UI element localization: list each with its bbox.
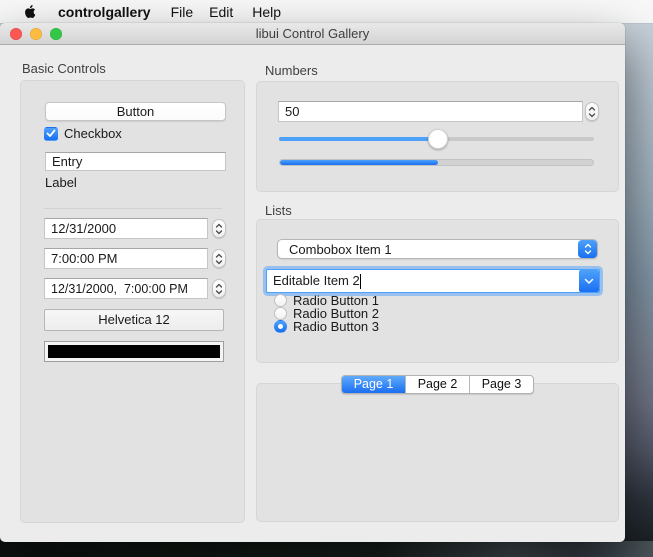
separator xyxy=(44,208,222,209)
menu-item-file[interactable]: File xyxy=(171,4,194,20)
push-button[interactable]: Button xyxy=(45,102,226,121)
slider-fill xyxy=(279,137,439,141)
slider-thumb[interactable] xyxy=(428,129,449,149)
combobox-stepper[interactable] xyxy=(578,240,597,258)
chevron-up-down-icon xyxy=(215,253,223,265)
tab-content-panel xyxy=(256,383,619,522)
color-swatch xyxy=(48,345,220,358)
app-window: libui Control Gallery Basic Controls But… xyxy=(0,23,625,542)
menu-item-edit[interactable]: Edit xyxy=(209,4,233,20)
window-content: Basic Controls Button Checkbox Entry Lab… xyxy=(0,45,625,542)
radio-dot-icon xyxy=(278,324,283,329)
checkbox[interactable] xyxy=(44,126,58,141)
radio-button[interactable] xyxy=(274,320,287,333)
spinbox-stepper[interactable] xyxy=(585,102,599,121)
desktop: controlgallery File Edit Help libui Cont… xyxy=(0,0,653,557)
apple-menu-icon[interactable] xyxy=(23,4,36,19)
radio-button[interactable] xyxy=(274,307,287,320)
check-icon xyxy=(46,129,56,137)
radio-row[interactable]: Radio Button 3 xyxy=(274,319,380,334)
chevron-up-down-icon xyxy=(215,283,223,295)
static-label: Label xyxy=(45,175,77,190)
datetime-stepper[interactable] xyxy=(212,279,226,298)
menu-item-help[interactable]: Help xyxy=(252,4,281,20)
basic-controls-panel: Button Checkbox Entry Label 12/31/2000 7… xyxy=(20,80,245,523)
slider[interactable] xyxy=(279,129,594,149)
datetime-picker-field[interactable]: 12/31/2000, 7:00:00 PM xyxy=(44,278,208,299)
menu-bar: controlgallery File Edit Help xyxy=(0,0,653,23)
time-picker-field[interactable]: 7:00:00 PM xyxy=(44,248,208,269)
numbers-group-label: Numbers xyxy=(265,63,318,78)
basic-controls-group-label: Basic Controls xyxy=(22,61,106,76)
date-stepper[interactable] xyxy=(212,219,226,238)
chevron-up-down-icon xyxy=(584,243,591,255)
radio-label: Radio Button 3 xyxy=(293,319,380,334)
lists-group-label: Lists xyxy=(265,203,292,218)
lists-panel: Combobox Item 1 Editable Item 2 Radio Bu… xyxy=(256,219,619,363)
progress-bar xyxy=(279,159,594,166)
entry-input[interactable]: Entry xyxy=(45,152,226,171)
editable-combobox-input[interactable]: Editable Item 2 xyxy=(266,269,600,293)
numbers-panel: 50 xyxy=(256,81,619,192)
progress-fill xyxy=(280,160,439,165)
checkbox-label: Checkbox xyxy=(64,126,122,141)
checkbox-row[interactable]: Checkbox xyxy=(44,126,122,141)
date-picker-field[interactable]: 12/31/2000 xyxy=(44,218,208,239)
chevron-up-down-icon xyxy=(588,106,596,118)
title-bar[interactable]: libui Control Gallery xyxy=(0,23,625,45)
tab-page-3[interactable]: Page 3 xyxy=(469,376,533,393)
tab-page-2[interactable]: Page 2 xyxy=(405,376,469,393)
menu-item-app[interactable]: controlgallery xyxy=(58,4,151,20)
combobox-value: Combobox Item 1 xyxy=(289,241,392,257)
desktop-wallpaper xyxy=(0,541,653,557)
chevron-down-icon xyxy=(584,278,594,284)
tab-bar: Page 1 Page 2 Page 3 xyxy=(341,375,534,394)
time-stepper[interactable] xyxy=(212,249,226,268)
editable-combobox-dropdown-button[interactable] xyxy=(579,270,599,292)
editable-combobox-value: Editable Item 2 xyxy=(273,272,360,288)
window-title: libui Control Gallery xyxy=(255,26,370,41)
chevron-up-down-icon xyxy=(215,223,223,235)
spinbox-input[interactable]: 50 xyxy=(278,101,583,122)
color-well[interactable] xyxy=(44,341,224,362)
font-button[interactable]: Helvetica 12 xyxy=(44,309,224,331)
tab-page-1[interactable]: Page 1 xyxy=(342,376,405,393)
radio-button[interactable] xyxy=(274,294,287,307)
combobox[interactable]: Combobox Item 1 xyxy=(277,239,598,259)
apple-icon xyxy=(25,5,36,18)
text-cursor xyxy=(359,274,361,290)
